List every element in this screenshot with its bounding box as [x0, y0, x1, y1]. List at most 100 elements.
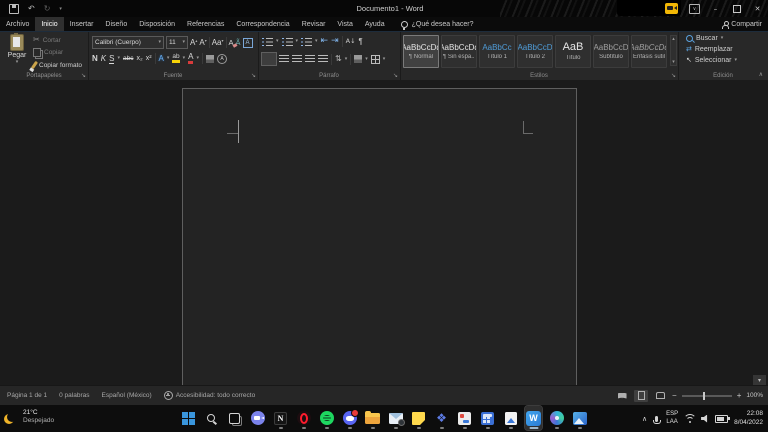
distribute-icon[interactable] — [318, 55, 328, 63]
tab-referencias[interactable]: Referencias — [181, 17, 230, 31]
shrink-font-button[interactable]: A▾ — [199, 39, 206, 47]
print-layout-button[interactable] — [634, 390, 648, 402]
replace-button[interactable]: ⇄ Reemplazar — [686, 46, 737, 53]
find-dropdown-icon[interactable]: ▾ — [721, 36, 724, 41]
character-border-icon[interactable]: A — [243, 38, 253, 48]
character-shading-icon[interactable] — [206, 55, 214, 63]
taskbar-word-icon[interactable]: W — [525, 406, 542, 430]
grow-font-button[interactable]: A▴ — [190, 39, 197, 47]
minimize-button[interactable]: – — [705, 0, 726, 17]
tab-inicio[interactable]: Inicio — [35, 17, 63, 31]
text-effects-dropdown-icon[interactable]: ▾ — [167, 56, 170, 61]
zoom-slider-thumb[interactable] — [703, 392, 705, 400]
taskbar-discord-icon[interactable] — [341, 406, 358, 430]
tab-archivo[interactable]: Archivo — [0, 17, 35, 31]
sort-icon[interactable]: A↓ — [346, 38, 356, 45]
speaker-icon[interactable] — [701, 415, 709, 423]
underline-button[interactable]: S — [109, 54, 114, 64]
collapse-ribbon-icon[interactable]: ∧ — [759, 71, 763, 78]
taskbar-file-explorer-icon[interactable] — [364, 406, 381, 430]
save-icon[interactable] — [9, 4, 19, 14]
text-effects-button[interactable]: A — [159, 54, 164, 63]
zoom-slider[interactable] — [682, 395, 732, 397]
taskbar-teams-chat-icon[interactable] — [249, 406, 266, 430]
language-status[interactable]: Español (México) — [101, 392, 151, 399]
clipboard-dialog-launcher-icon[interactable]: ↘ — [81, 72, 86, 79]
read-mode-button[interactable] — [615, 390, 629, 402]
paste-dropdown-icon[interactable]: ▾ — [16, 60, 19, 65]
font-family-select[interactable]: Calibri (Cuerpo) ▾ — [92, 36, 164, 49]
word-count-status[interactable]: 0 palabras — [59, 392, 89, 399]
subscript-button[interactable]: x₂ — [136, 55, 142, 62]
shading-icon[interactable] — [354, 55, 362, 63]
show-formatting-marks-icon[interactable]: ¶ — [359, 38, 363, 46]
decrease-indent-icon[interactable]: ⇤ — [321, 37, 329, 46]
hidden-icons-chevron-icon[interactable]: ∧ — [642, 415, 647, 423]
taskbar-search-icon[interactable] — [203, 406, 220, 430]
format-painter-button[interactable]: Copiar formato — [33, 61, 82, 69]
document-page[interactable] — [182, 88, 577, 385]
bullets-icon[interactable] — [262, 37, 273, 46]
taskbar-paint-3d-icon[interactable] — [548, 406, 565, 430]
strikethrough-button[interactable]: abc — [123, 55, 133, 62]
page-count-status[interactable]: Página 1 de 1 — [7, 392, 47, 399]
tab-disposicion[interactable]: Disposición — [133, 17, 181, 31]
align-right-icon[interactable] — [292, 55, 302, 63]
borders-icon[interactable] — [371, 55, 380, 64]
battery-icon[interactable] — [715, 415, 728, 423]
font-size-select[interactable]: 11 ▾ — [166, 36, 188, 49]
copy-button[interactable]: Copiar — [33, 48, 82, 57]
text-highlight-button[interactable]: ab — [172, 54, 179, 64]
align-left-icon[interactable] — [262, 53, 276, 65]
weather-widget[interactable]: 21°C Despejado — [7, 409, 54, 425]
line-spacing-icon[interactable]: ⇅ — [335, 55, 342, 63]
zoom-in-button[interactable]: + — [737, 392, 742, 400]
multilevel-list-icon[interactable] — [301, 37, 312, 46]
tab-ayuda[interactable]: Ayuda — [359, 17, 391, 31]
customize-qat-icon[interactable]: ▾ — [59, 6, 62, 12]
tab-diseno[interactable]: Diseño — [99, 17, 133, 31]
cut-button[interactable]: ✂ Cortar — [33, 36, 82, 44]
paragraph-dialog-launcher-icon[interactable]: ↘ — [393, 72, 398, 79]
undo-icon[interactable]: ↶ — [28, 5, 35, 13]
taskbar-snip-app-icon[interactable] — [456, 406, 473, 430]
styles-dialog-launcher-icon[interactable]: ↘ — [671, 72, 676, 79]
styles-more-icon[interactable]: ▾ — [672, 59, 675, 65]
scroll-up-icon[interactable]: ▴ — [672, 36, 675, 42]
clock-widget[interactable]: 22:08 8/04/2022 — [734, 410, 763, 426]
clear-formatting-icon[interactable]: A — [229, 38, 234, 47]
numbering-icon[interactable] — [282, 37, 293, 46]
align-center-icon[interactable] — [279, 55, 289, 63]
taskbar-crystal-app-icon[interactable]: ❖ — [433, 406, 450, 430]
taskbar-task-view-icon[interactable] — [226, 406, 243, 430]
language-indicator[interactable]: ESP LAA — [666, 411, 678, 426]
select-dropdown-icon[interactable]: ▾ — [734, 58, 737, 63]
enclose-characters-icon[interactable]: A — [217, 54, 227, 64]
find-button[interactable]: Buscar ▾ — [686, 35, 737, 42]
style-title[interactable]: AaB Título — [555, 35, 591, 68]
taskbar-calculator-app-icon[interactable] — [479, 406, 496, 430]
paste-button[interactable]: Pegar ▾ — [3, 34, 31, 71]
taskbar-notion-icon[interactable]: N — [272, 406, 289, 430]
accessibility-status[interactable]: Accesibilidad: todo correcto — [164, 391, 256, 400]
taskbar-start-icon[interactable] — [180, 406, 197, 430]
redo-icon[interactable]: ↻ — [44, 5, 51, 13]
taskbar-spotify-icon[interactable] — [318, 406, 335, 430]
font-color-dropdown-icon[interactable]: ▾ — [196, 56, 199, 61]
justify-icon[interactable] — [305, 55, 315, 63]
web-layout-button[interactable] — [653, 390, 667, 402]
style-subtitle[interactable]: AaBbCcD Subtítulo — [593, 35, 629, 68]
style-subtle-emphasis[interactable]: AaBbCcDd Énfasis sutil — [631, 35, 667, 68]
style-normal[interactable]: AaBbCcDd ¶ Normal — [403, 35, 439, 68]
maximize-button[interactable] — [726, 0, 747, 17]
tell-me-search[interactable]: ¿Qué desea hacer? — [391, 17, 474, 31]
superscript-button[interactable]: x² — [146, 55, 152, 62]
select-button[interactable]: ↖ Seleccionar ▾ — [686, 57, 737, 64]
italic-button[interactable]: K — [101, 54, 106, 63]
style-heading-1[interactable]: AaBbCc Título 1 — [479, 35, 515, 68]
styles-gallery-scroll[interactable]: ▴ ▾ — [670, 35, 677, 66]
taskbar-photos-icon[interactable] — [571, 406, 588, 430]
increase-indent-icon[interactable]: ⇥ — [331, 37, 339, 46]
underline-dropdown-icon[interactable]: ▾ — [117, 56, 120, 61]
tab-vista[interactable]: Vista — [331, 17, 358, 31]
